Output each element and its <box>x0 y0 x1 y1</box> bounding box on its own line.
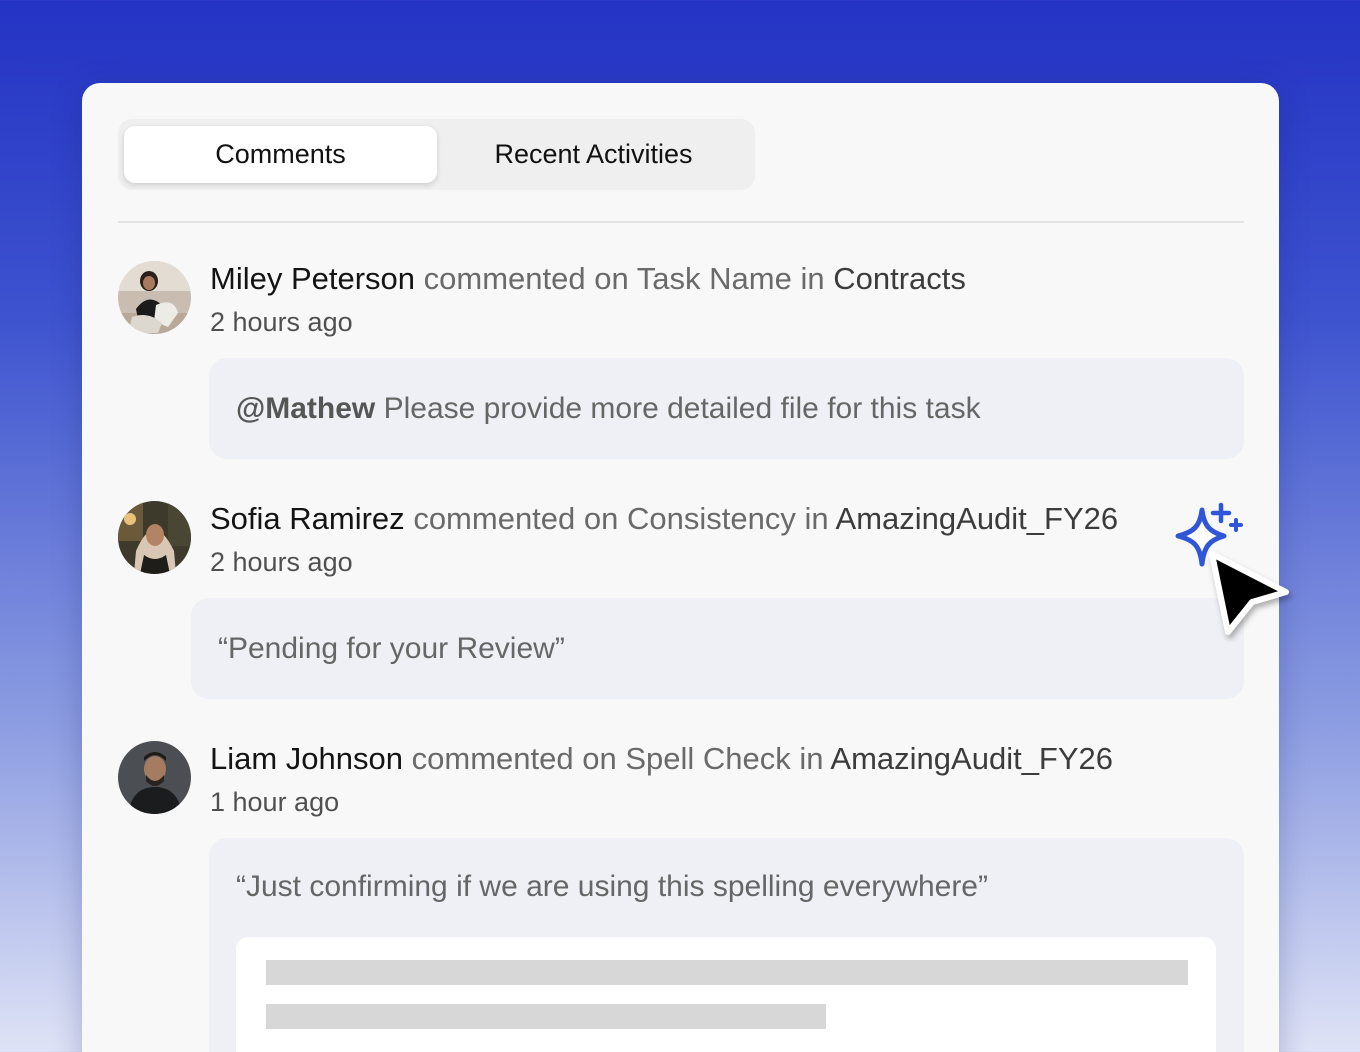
comment-text: “Just confirming if we are using this sp… <box>236 870 988 903</box>
comment-headline: Liam Johnson commented on Spell Check in… <box>210 741 1113 777</box>
location-name[interactable]: Contracts <box>833 261 966 296</box>
placeholder-line <box>266 1004 826 1029</box>
action-text: commented on <box>423 261 629 296</box>
timestamp: 2 hours ago <box>210 307 353 337</box>
tab-bar: Comments Recent Activities <box>118 119 755 190</box>
avatar[interactable] <box>118 261 191 334</box>
comment-item: Liam Johnson commented on Spell Check in… <box>118 741 1244 1052</box>
attachment-preview[interactable] <box>236 937 1216 1052</box>
comment-text: “Pending for your Review” <box>218 631 565 665</box>
mention[interactable]: @Mathew <box>236 392 375 425</box>
tab-comments[interactable]: Comments <box>124 126 437 183</box>
item-name[interactable]: Spell Check <box>625 741 790 776</box>
avatar[interactable] <box>118 501 191 574</box>
activity-card: Comments Recent Activities Miley Peterso… <box>82 83 1279 1052</box>
comment-bubble: “Pending for your Review” <box>191 598 1244 699</box>
preposition: in <box>799 741 824 776</box>
placeholder-line <box>266 960 1188 985</box>
comment-bubble: @Mathew Please provide more detailed fil… <box>209 358 1244 459</box>
location-name[interactable]: AmazingAudit_FY26 <box>836 501 1119 536</box>
tab-recent-activities[interactable]: Recent Activities <box>437 126 750 183</box>
comment-item: Miley Peterson commented on Task Name in… <box>118 261 1244 461</box>
author-name[interactable]: Liam Johnson <box>210 741 403 776</box>
comment-bubble: “Just confirming if we are using this sp… <box>209 838 1244 1052</box>
comment-item: Sofia Ramirez commented on Consistency i… <box>118 501 1244 701</box>
preposition: in <box>804 501 829 536</box>
action-text: commented on <box>413 501 619 536</box>
divider <box>118 221 1244 223</box>
comment-headline: Sofia Ramirez commented on Consistency i… <box>210 501 1118 537</box>
comment-text: Please provide more detailed file for th… <box>383 391 981 425</box>
preposition: in <box>800 261 825 296</box>
timestamp: 1 hour ago <box>210 787 340 817</box>
item-name[interactable]: Consistency <box>627 501 796 536</box>
location-name[interactable]: AmazingAudit_FY26 <box>830 741 1113 776</box>
comment-headline: Miley Peterson commented on Task Name in… <box>210 261 966 297</box>
author-name[interactable]: Sofia Ramirez <box>210 501 405 536</box>
cursor-pointer-icon <box>1206 548 1296 647</box>
author-name[interactable]: Miley Peterson <box>210 261 415 296</box>
avatar[interactable] <box>118 741 191 814</box>
action-text: commented on <box>411 741 617 776</box>
item-name[interactable]: Task Name <box>637 261 792 296</box>
timestamp: 2 hours ago <box>210 547 353 577</box>
